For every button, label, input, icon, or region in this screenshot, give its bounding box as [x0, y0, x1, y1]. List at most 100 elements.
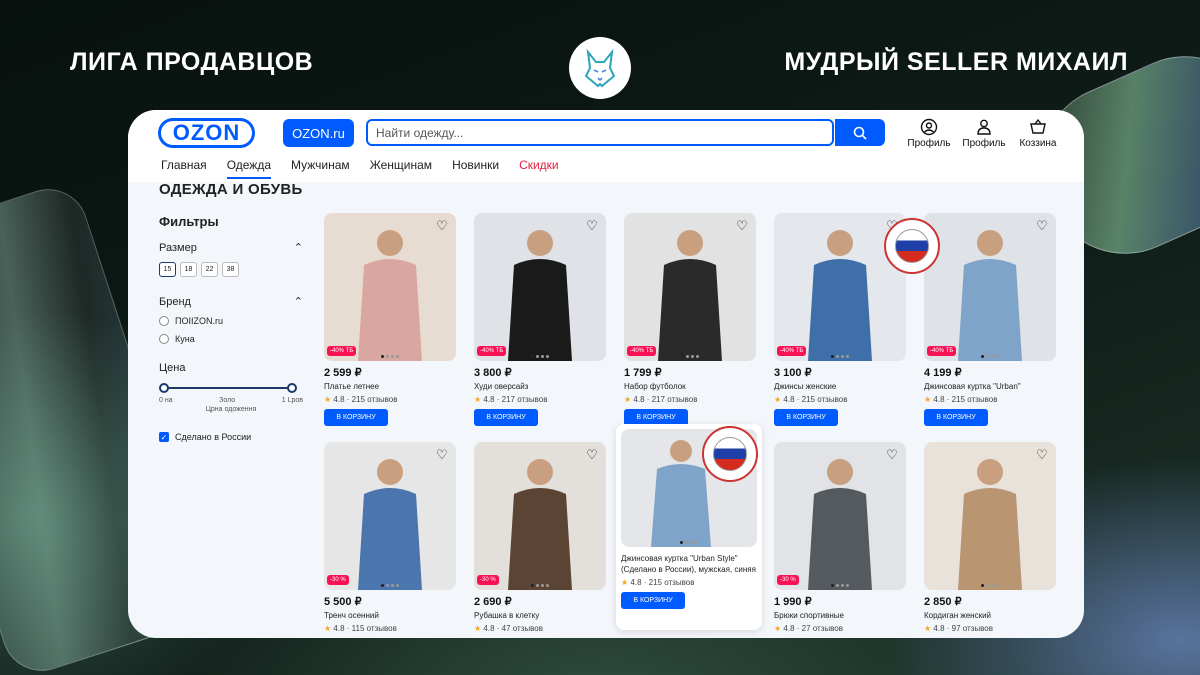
product-image[interactable]: ♡ -40% ТБ [324, 213, 456, 361]
product-image[interactable]: ♡ -30 % [774, 442, 906, 590]
cart-icon [1030, 118, 1046, 134]
wolf-logo-icon [569, 37, 631, 99]
product-image[interactable]: ♡ -40% ТБ [624, 213, 756, 361]
product-name[interactable]: Джинсовая куртка "Urban Style" (Сделано … [621, 553, 757, 575]
add-to-cart-label: В КОРЗИНУ [633, 597, 673, 604]
review-count: · 27 отзывов [796, 624, 843, 633]
size-chip[interactable]: 18 [180, 262, 197, 277]
favorite-heart-icon[interactable]: ♡ [584, 218, 600, 234]
review-count: · 215 отзывов [796, 395, 848, 404]
add-to-cart-button[interactable]: В КОРЗИНУ [774, 409, 838, 426]
star-icon: ★ [324, 395, 332, 404]
cart-button[interactable]: Коззина [1014, 118, 1062, 149]
review-count: · 215 отзывов [346, 395, 398, 404]
carousel-dots [981, 584, 999, 587]
slider-min-handle[interactable] [159, 383, 169, 393]
favorite-heart-icon[interactable]: ♡ [1034, 447, 1050, 463]
search-icon [853, 126, 867, 140]
nav-men[interactable]: Мужчинам [291, 158, 350, 179]
brand-option[interactable]: Куна [159, 334, 309, 344]
product-name[interactable]: Худи оверсайз [474, 381, 610, 392]
product-card[interactable]: ♡ -30 % 2 690 ₽ Рубашка в клетку ★ 4.8 ·… [474, 442, 610, 638]
made-in-russia-label: Сделано в России [175, 432, 252, 442]
product-name[interactable]: Джинсовая куртка "Urban" [924, 381, 1060, 392]
product-image[interactable]: ♡ -30 % [474, 442, 606, 590]
size-options: 15 18 22 38 [159, 262, 309, 277]
product-price: 2 850 ₽ [924, 596, 962, 608]
search-button[interactable] [835, 119, 885, 146]
rating-value: 4.8 [933, 395, 945, 404]
product-image[interactable]: ♡ -40% ТБ [474, 213, 606, 361]
favorite-heart-icon[interactable]: ♡ [434, 447, 450, 463]
favorite-heart-icon[interactable]: ♡ [584, 447, 600, 463]
product-name[interactable]: Тренч осенний [324, 610, 460, 621]
product-card[interactable]: ♡ -30 % 1 990 ₽ Брюки спортивные ★ 4.8 ·… [774, 442, 910, 638]
nav-women[interactable]: Женщинам [370, 158, 432, 179]
favorite-heart-icon[interactable]: ♡ [1034, 218, 1050, 234]
brand-option-label: ПОIIZON.ru [175, 316, 223, 326]
product-name[interactable]: Платье летнее [324, 381, 460, 392]
star-icon: ★ [624, 395, 632, 404]
size-chip[interactable]: 38 [222, 262, 239, 277]
add-to-cart-button[interactable]: В КОРЗИНУ [924, 409, 988, 426]
radio-button[interactable] [159, 334, 169, 344]
brand-option-label: Куна [175, 334, 195, 344]
product-name[interactable]: Кордиган женский [924, 610, 1060, 621]
rating-value: 4.8 [333, 624, 345, 633]
carousel-dots [680, 541, 698, 544]
favorite-heart-icon[interactable]: ♡ [434, 218, 450, 234]
chevron-up-icon: ⌃ [293, 242, 303, 254]
nav-sale[interactable]: Скидки [519, 158, 559, 179]
add-to-cart-button[interactable]: В КОРЗИНУ [324, 409, 388, 426]
ozon-domain-button[interactable]: OZON.ru [283, 119, 354, 147]
rating-value: 4.8 [483, 624, 495, 633]
size-filter-header[interactable]: Размер ⌃ [159, 241, 303, 255]
product-price: 4 199 ₽ [924, 367, 962, 379]
nav-main[interactable]: Главная [161, 158, 207, 179]
product-name[interactable]: Набор футболок [624, 381, 760, 392]
nav-clothes[interactable]: Одежда [226, 158, 272, 179]
product-name[interactable]: Джинсы женские [774, 381, 910, 392]
product-card[interactable]: ♡ 2 850 ₽ Кордиган женский ★ 4.8 · 97 от… [924, 442, 1060, 638]
product-photo-figure [958, 230, 1022, 361]
favorite-heart-icon[interactable]: ♡ [884, 447, 900, 463]
profile-button-2[interactable]: Профиль [960, 118, 1008, 149]
favorite-heart-icon[interactable]: ♡ [734, 218, 750, 234]
review-count: · 115 отзывов [346, 624, 397, 633]
checkbox-checked-icon[interactable]: ✓ [159, 432, 169, 442]
product-price: 1 799 ₽ [624, 367, 662, 379]
discount-badge: -40% ТБ [627, 346, 657, 356]
product-card[interactable]: ♡ -40% ТБ 4 199 ₽ Джинсовая куртка "Urba… [924, 213, 1060, 426]
page-title: ОДЕЖДА И ОБУВЬ [159, 181, 303, 198]
radio-button[interactable] [159, 316, 169, 326]
rating-value: 4.8 [933, 624, 945, 633]
product-rating: ★ 4.8 · 215 отзывов [924, 395, 1060, 404]
product-card[interactable]: ♡ -40% ТБ 3 800 ₽ Худи оверсайз ★ 4.8 · … [474, 213, 610, 426]
review-count: · 215 отзывов [946, 395, 998, 404]
product-image[interactable]: ♡ -30 % [324, 442, 456, 590]
product-image[interactable]: ♡ -40% ТБ [924, 213, 1056, 361]
size-chip[interactable]: 22 [201, 262, 218, 277]
slider-track [162, 387, 294, 389]
product-card[interactable]: ♡ -40% ТБ 2 599 ₽ Платье летнее ★ 4.8 · … [324, 213, 460, 426]
search-input[interactable] [366, 119, 834, 146]
slider-max-handle[interactable] [287, 383, 297, 393]
size-chip[interactable]: 15 [159, 262, 176, 277]
product-card[interactable]: ♡ -30 % 5 500 ₽ Тренч осенний ★ 4.8 · 11… [324, 442, 460, 638]
nav-new[interactable]: Новинки [452, 158, 499, 179]
product-image[interactable]: ♡ [924, 442, 1056, 590]
profile-button[interactable]: Профиль [905, 118, 953, 149]
add-to-cart-button[interactable]: В КОРЗИНУ [474, 409, 538, 426]
brand-option[interactable]: ПОIIZON.ru [159, 316, 309, 326]
rating-value: 4.8 [333, 395, 345, 404]
add-to-cart-button[interactable]: В КОРЗИНУ [621, 592, 685, 609]
product-name[interactable]: Брюки спортивные [774, 610, 910, 621]
made-in-russia-filter[interactable]: ✓ Сделано в России [159, 432, 309, 442]
review-count: · 97 отзывов [946, 624, 993, 633]
product-card[interactable]: ♡ -40% ТБ 1 799 ₽ Набор футболок ★ 4.8 ·… [624, 213, 760, 426]
brand-filter-header[interactable]: Бренд ⌃ [159, 295, 303, 309]
product-name[interactable]: Рубашка в клетку [474, 610, 610, 621]
carousel-dots [381, 355, 399, 358]
price-range-slider[interactable] [159, 382, 297, 394]
ozon-logo[interactable]: OZON [158, 118, 255, 148]
